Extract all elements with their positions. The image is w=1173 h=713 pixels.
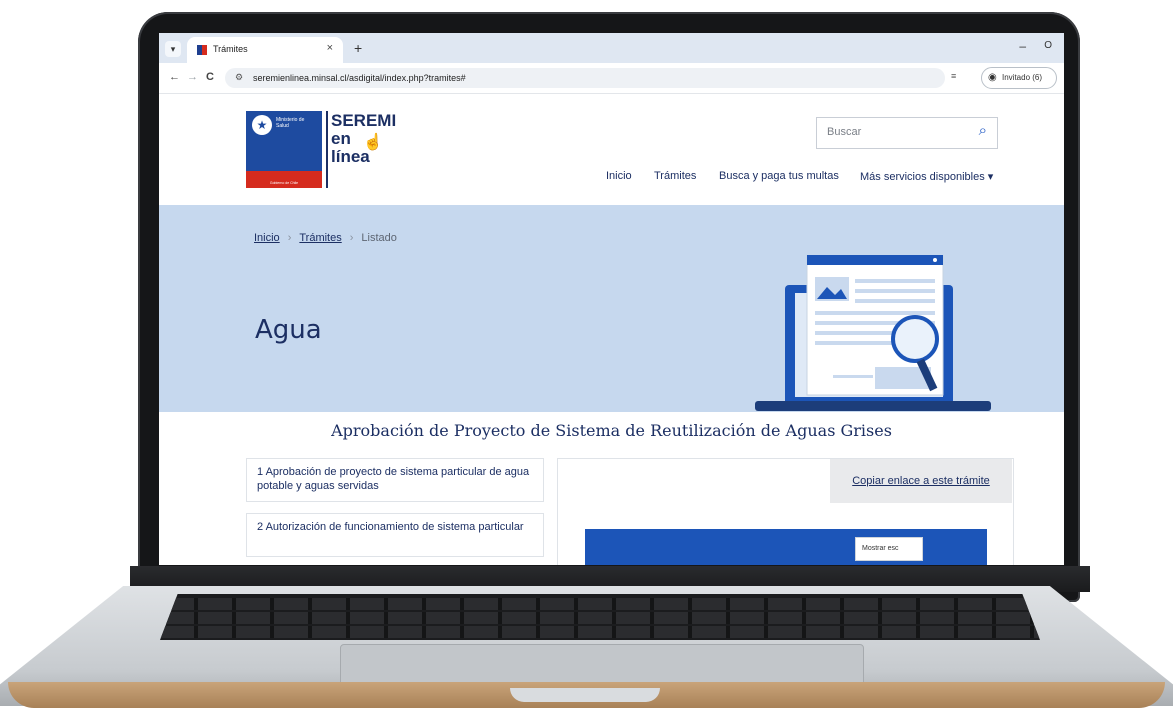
nav-mas-servicios[interactable]: Más servicios disponibles ▾	[860, 170, 993, 183]
forward-arrow-icon[interactable]: →	[187, 71, 198, 83]
page-title: Agua	[255, 315, 322, 345]
url-text: seremienlinea.minsal.cl/asdigital/index.…	[253, 73, 466, 83]
minimize-icon[interactable]: –	[1019, 39, 1026, 53]
keyboard-row	[160, 612, 1040, 624]
breadcrumb-listado: Listado	[361, 232, 397, 244]
document-magnifier-illustration	[755, 255, 991, 411]
tab-search-chevron-icon[interactable]: ▾	[165, 41, 181, 57]
step-item[interactable]: 1 Aprobación de proyecto de sistema part…	[246, 458, 544, 502]
translate-icon[interactable]: ≡	[951, 71, 956, 81]
show-button[interactable]: Mostrar esc	[855, 537, 923, 561]
profile-label: Invitado (6)	[1002, 73, 1043, 82]
close-tab-icon[interactable]: ×	[327, 42, 333, 54]
address-bar[interactable]: ⚙ seremienlinea.minsal.cl/asdigital/inde…	[225, 68, 945, 88]
profile-icon: ◉	[988, 72, 997, 83]
tab-title: Trámites	[213, 44, 248, 54]
web-page: ★ Ministerio de Salud Gobierno de Chile …	[159, 94, 1064, 565]
keyboard-row	[160, 626, 1040, 638]
nav-tramites[interactable]: Trámites	[654, 170, 696, 182]
back-arrow-icon[interactable]: ←	[169, 71, 180, 83]
tramite-title: Aprobación de Proyecto de Sistema de Reu…	[331, 421, 892, 440]
gov-line-2: Salud	[276, 123, 289, 129]
breadcrumb-separator: ›	[287, 232, 292, 244]
search-placeholder: Buscar	[827, 126, 862, 138]
breadcrumb-tramites[interactable]: Trámites	[299, 232, 341, 244]
star-icon: ★	[252, 115, 272, 135]
keyboard-row	[160, 598, 1040, 610]
breadcrumb-inicio[interactable]: Inicio	[254, 232, 280, 244]
hand-pointer-icon: ☝	[363, 134, 383, 151]
brand-line-1: SEREMI	[331, 111, 397, 130]
step-item[interactable]: 2 Autorización de funcionamiento de sist…	[246, 513, 544, 557]
restore-icon[interactable]: O	[1044, 40, 1052, 51]
copy-link-button[interactable]: Copiar enlace a este trámite	[830, 459, 1012, 503]
laptop-screen: ▾ Trámites × + – O ← → C ⚙ seremienlinea…	[159, 33, 1064, 565]
hero-banner: Inicio › Trámites › Listado Agua	[159, 205, 1064, 412]
new-tab-icon[interactable]: +	[354, 40, 362, 56]
gobierno-de-chile-logo[interactable]: ★ Ministerio de Salud Gobierno de Chile	[246, 111, 322, 188]
tramite-detail-panel: Copiar enlace a este trámite	[557, 458, 1014, 565]
profile-button[interactable]: ◉ Invitado (6)	[981, 67, 1057, 89]
gov-footer-label: Gobierno de Chile	[269, 181, 299, 185]
browser-toolbar: ← → C ⚙ seremienlinea.minsal.cl/asdigita…	[159, 63, 1064, 94]
reload-icon[interactable]: C	[206, 71, 214, 83]
logo-divider	[326, 111, 328, 188]
nav-busca-y-paga[interactable]: Busca y paga tus multas	[719, 170, 839, 182]
search-input[interactable]: Buscar ⌕	[816, 117, 998, 149]
panel-header-bar	[585, 529, 987, 565]
breadcrumb-separator: ›	[349, 232, 354, 244]
search-icon[interactable]: ⌕	[979, 122, 987, 139]
browser-tab[interactable]: Trámites ×	[187, 37, 343, 63]
nav-inicio[interactable]: Inicio	[606, 170, 632, 182]
laptop-notch	[510, 688, 660, 702]
breadcrumb: Inicio › Trámites › Listado	[254, 232, 397, 244]
site-settings-icon[interactable]: ⚙	[235, 72, 243, 83]
favicon-icon	[197, 45, 207, 55]
keyboard	[160, 594, 1040, 640]
gov-ministry-label: Ministerio de Salud	[276, 117, 304, 129]
browser-tab-bar: ▾ Trámites × + – O	[159, 33, 1064, 63]
